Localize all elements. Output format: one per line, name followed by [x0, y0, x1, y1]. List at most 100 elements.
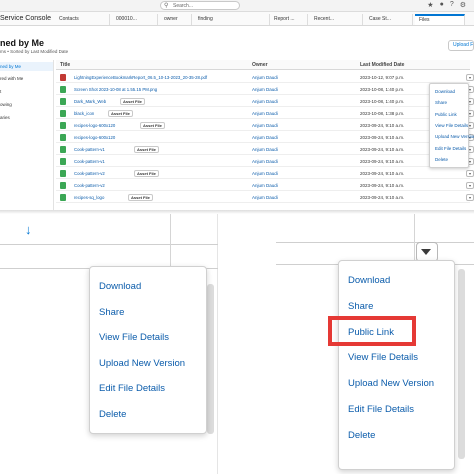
table-row[interactable]: Dark_Mark_Web Asset File Anjum Daudi 2023-1…	[56, 96, 474, 107]
file-name-link[interactable]: black_icon	[74, 111, 94, 116]
file-name-link[interactable]: Cook-pattern-v2	[74, 171, 105, 176]
column-header-modified[interactable]: Last Modified Date	[360, 62, 404, 68]
app-name: Service Console	[0, 15, 51, 22]
menu-item[interactable]: Delete	[99, 409, 126, 420]
column-header-owner[interactable]: Owner	[252, 62, 268, 68]
global-search-input[interactable]: ⚲ Search...	[160, 1, 240, 10]
table-row[interactable]: recipes-logo-600x120 Anjum Daudi 2023-09-2…	[56, 132, 474, 143]
tab-6[interactable]: Case St...	[365, 14, 413, 25]
sidebar-item[interactable]: owing	[0, 102, 12, 107]
last-modified-date: 2023-10-08, 1:40 p.m.	[360, 87, 405, 92]
owner-link[interactable]: Anjum Daudi	[252, 147, 278, 152]
menu-item[interactable]: Upload New Version	[99, 358, 185, 369]
tab-3[interactable]: finding	[194, 14, 270, 25]
console-nav-bar: Service Console Contacts 000010... owner fi…	[0, 12, 474, 26]
row-actions-button[interactable]: ▾	[466, 194, 474, 201]
table-row[interactable]: recipes-sq_logo Asset File Anjum Daudi 2023…	[56, 192, 474, 203]
menu-item[interactable]: Download	[435, 89, 455, 94]
menu-item[interactable]: View File Details	[348, 352, 418, 363]
row-actions-button[interactable]	[416, 242, 438, 262]
menu-item[interactable]: Edit File Details	[435, 146, 466, 151]
file-name-link[interactable]: recipes-logo-600x120	[74, 123, 115, 128]
table-row[interactable]: LightningExperienceBookmarkReport_06.5_1…	[56, 72, 474, 83]
tab-2[interactable]: owner	[160, 14, 192, 25]
asset-file-badge: Asset File	[134, 170, 159, 177]
sidebar-item[interactable]: red with Me	[0, 76, 23, 81]
menu-item[interactable]: Upload New Version	[435, 134, 474, 139]
menu-item[interactable]: Edit File Details	[348, 404, 414, 415]
tab-4[interactable]: Report ...	[270, 14, 308, 25]
menu-item[interactable]: Edit File Details	[99, 383, 165, 394]
owner-link[interactable]: Anjum Daudi	[252, 159, 278, 164]
column-header-title[interactable]: Title	[60, 62, 70, 68]
page-subtitle: ms • Sorted by Last Modified Date	[0, 49, 69, 54]
help-icon[interactable]: ?	[450, 1, 454, 9]
file-icon	[60, 194, 66, 201]
owner-link[interactable]: Anjum Daudi	[252, 195, 278, 200]
file-icon	[60, 110, 66, 117]
gear-icon[interactable]: ⚙	[460, 1, 466, 9]
tab-7[interactable]: Files	[415, 14, 465, 25]
table-row[interactable]: black_icon Asset File Anjum Daudi 2023-10-0…	[56, 108, 474, 119]
bell-icon[interactable]: ●	[440, 1, 444, 9]
table-row[interactable]: Cook-pattern-v1 Anjum Daudi 2023-09-24, 9:…	[56, 156, 474, 167]
file-icon	[60, 146, 66, 153]
menu-item[interactable]: View File Details	[435, 123, 468, 128]
owner-link[interactable]: Anjum Daudi	[252, 75, 278, 80]
row-actions-button[interactable]: ▾	[466, 170, 474, 177]
table-row[interactable]: Screen Shot 2023-10-08 at 1.55.15 PM.png…	[56, 84, 474, 95]
tab-0[interactable]: Contacts	[55, 14, 110, 25]
public-link-highlight	[328, 316, 416, 346]
asset-file-badge: Asset File	[108, 110, 133, 117]
menu-item[interactable]: Delete	[348, 430, 375, 441]
owner-link[interactable]: Anjum Daudi	[252, 183, 278, 188]
file-name-link[interactable]: Cook-pattern-v1	[74, 147, 105, 152]
header-line	[0, 244, 218, 245]
star-icon[interactable]: ★	[427, 1, 433, 9]
menu-item[interactable]: Delete	[435, 157, 448, 162]
row-actions-button[interactable]: ▾	[466, 182, 474, 189]
asset-file-badge: Asset File	[134, 146, 159, 153]
last-modified-date: 2023-09-24, 9:10 a.m.	[360, 171, 405, 176]
menu-item[interactable]: Download	[348, 275, 390, 286]
menu-item[interactable]: View File Details	[99, 332, 169, 343]
file-name-link[interactable]: Dark_Mark_Web	[74, 99, 106, 104]
owner-link[interactable]: Anjum Daudi	[252, 123, 278, 128]
table-row[interactable]: Cook-pattern-v1 Asset File Anjum Daudi 2023…	[56, 144, 474, 155]
file-name-link[interactable]: Cook-pattern-v1	[74, 159, 105, 164]
menu-item[interactable]: Download	[99, 281, 141, 292]
sidebar-item[interactable]: t	[0, 89, 1, 94]
table-row[interactable]: Cook-pattern-v2 Asset File Anjum Daudi 2023…	[56, 168, 474, 179]
file-name-link[interactable]: recipes-sq_logo	[74, 195, 104, 200]
last-modified-date: 2023-10-08, 1:40 p.m.	[360, 99, 405, 104]
last-modified-date: 2023-09-24, 9:10 a.m.	[360, 183, 405, 188]
scrollbar[interactable]	[458, 269, 465, 459]
file-name-link[interactable]: Screen Shot 2023-10-08 at 1.55.15 PM.png	[74, 87, 157, 92]
file-name-link[interactable]: Cook-pattern-v2	[74, 183, 105, 188]
table-row[interactable]: Cook-pattern-v2 Anjum Daudi 2023-09-24, 9:…	[56, 180, 474, 191]
owner-link[interactable]: Anjum Daudi	[252, 135, 278, 140]
tab-5[interactable]: Recent...	[310, 14, 363, 25]
row-actions-button[interactable]: ▾	[466, 74, 474, 81]
owner-link[interactable]: Anjum Daudi	[252, 87, 278, 92]
menu-item[interactable]: Upload New Version	[348, 378, 434, 389]
file-name-link[interactable]: LightningExperienceBookmarkReport_06.5_1…	[74, 75, 207, 80]
owner-link[interactable]: Anjum Daudi	[252, 111, 278, 116]
sort-down-icon[interactable]: ↓	[25, 222, 32, 237]
file-icon	[60, 98, 66, 105]
owner-link[interactable]: Anjum Daudi	[252, 99, 278, 104]
file-icon	[60, 182, 66, 189]
table-row[interactable]: recipes-logo-600x120 Asset File Anjum Daud…	[56, 120, 474, 131]
file-icon	[60, 74, 66, 81]
menu-item[interactable]: Share	[348, 301, 373, 312]
upload-files-button[interactable]: Upload Fi	[448, 40, 474, 51]
tab-1[interactable]: 000010...	[112, 14, 158, 25]
scrollbar[interactable]	[207, 284, 214, 434]
owner-link[interactable]: Anjum Daudi	[252, 171, 278, 176]
sidebar-item[interactable]: ned by Me	[0, 62, 53, 71]
menu-item[interactable]: Share	[99, 307, 124, 318]
sidebar-item[interactable]: aries	[0, 115, 10, 120]
file-name-link[interactable]: recipes-logo-600x120	[74, 135, 115, 140]
menu-item[interactable]: Share	[435, 100, 447, 105]
menu-item[interactable]: Public Link	[435, 112, 457, 117]
